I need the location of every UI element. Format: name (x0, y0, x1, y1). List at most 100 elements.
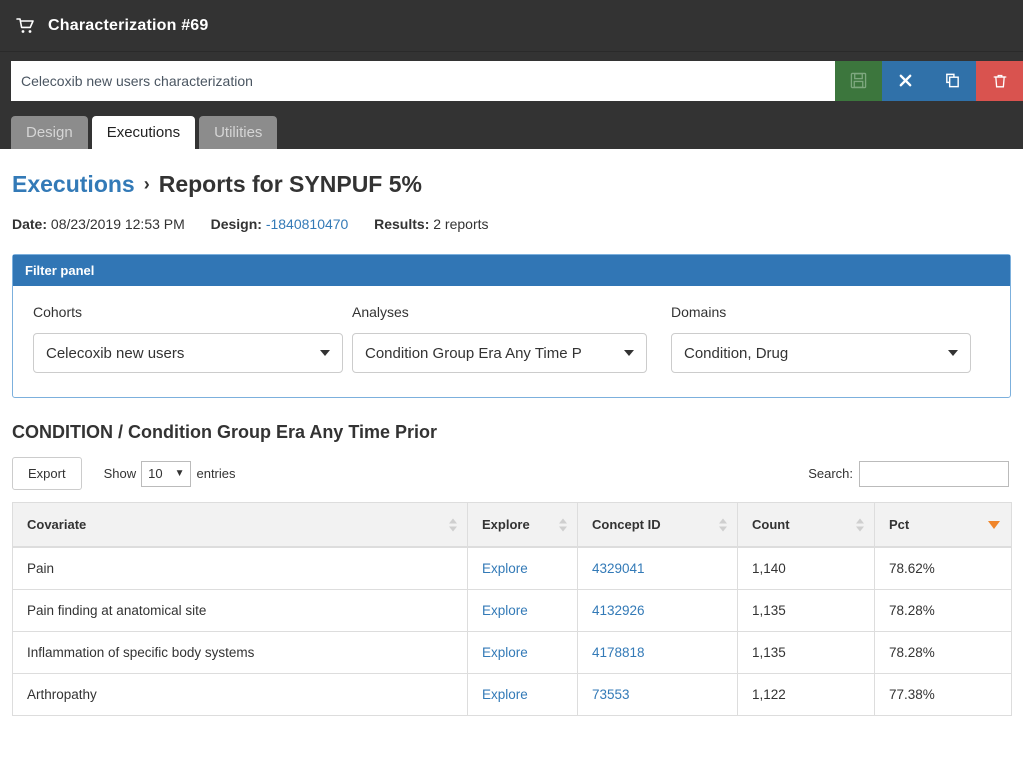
analyses-select-value: Condition Group Era Any Time P (365, 344, 582, 362)
cell-count: 1,135 (737, 589, 875, 632)
column-header-covariate-label: Covariate (27, 517, 87, 532)
meta-design-link[interactable]: -1840810470 (266, 216, 349, 232)
column-header-count[interactable]: Count (737, 502, 875, 548)
chevron-down-icon: ▼ (174, 468, 185, 479)
search-input[interactable] (859, 460, 1009, 487)
filter-panel-body: Cohorts Celecoxib new users Analyses Con… (13, 286, 1010, 397)
filter-domains: Domains Condition, Drug (671, 304, 990, 373)
cell-explore: Explore (467, 673, 578, 716)
cohorts-select[interactable]: Celecoxib new users (33, 333, 343, 373)
domains-select-value: Condition, Drug (684, 344, 789, 362)
table-row: Pain finding at anatomical site Explore … (12, 589, 1012, 632)
search-control: Search: (808, 460, 1011, 487)
cell-pct: 78.62% (874, 546, 1012, 590)
cell-concept-id: 4132926 (577, 589, 738, 632)
explore-link[interactable]: Explore (482, 687, 528, 702)
cell-covariate: Arthropathy (12, 673, 468, 716)
chevron-down-icon (320, 350, 330, 356)
cohorts-select-value: Celecoxib new users (46, 344, 185, 362)
characterization-name-input[interactable] (11, 60, 835, 101)
export-button[interactable]: Export (12, 457, 82, 490)
filter-panel: Filter panel Cohorts Celecoxib new users… (12, 254, 1011, 398)
cell-covariate: Pain (12, 546, 468, 590)
explore-link[interactable]: Explore (482, 645, 528, 660)
breadcrumb-current: Reports for SYNPUF 5% (158, 171, 422, 197)
save-button[interactable] (835, 60, 882, 101)
breadcrumb-separator-icon: › (143, 174, 150, 194)
title-bar: Characterization #69 (0, 0, 1023, 52)
entries-per-page-select[interactable]: 10 ▼ (141, 460, 192, 487)
concept-id-link[interactable]: 4178818 (592, 645, 645, 660)
chevron-down-icon (948, 350, 958, 356)
delete-button[interactable] (976, 60, 1023, 101)
cell-covariate: Inflammation of specific body systems (12, 631, 468, 674)
table-row: Inflammation of specific body systems Ex… (12, 631, 1012, 674)
sort-both-icon (449, 518, 457, 531)
breadcrumb: Executions › Reports for SYNPUF 5% (12, 171, 1011, 198)
cell-explore: Explore (467, 631, 578, 674)
filter-analyses-label: Analyses (352, 304, 409, 320)
sort-both-icon (719, 518, 727, 531)
meta-results-label: Results: (374, 216, 430, 232)
close-button[interactable] (882, 60, 929, 101)
tab-design[interactable]: Design (11, 116, 88, 149)
tab-executions[interactable]: Executions (91, 116, 196, 149)
cell-pct: 78.28% (874, 589, 1012, 632)
search-label: Search: (808, 466, 853, 481)
sort-descending-icon (988, 520, 1000, 529)
characterization-name-row (0, 52, 1023, 109)
filter-cohorts: Cohorts Celecoxib new users (33, 304, 352, 373)
chevron-down-icon (624, 350, 634, 356)
column-header-concept-id-label: Concept ID (592, 517, 661, 532)
copy-button[interactable] (929, 60, 976, 101)
execution-meta: Date: 08/23/2019 12:53 PM Design: -18408… (12, 216, 1011, 232)
concept-id-link[interactable]: 73553 (592, 687, 630, 702)
show-entries-prefix: Show (103, 466, 137, 481)
concept-id-link[interactable]: 4132926 (592, 603, 645, 618)
analyses-select[interactable]: Condition Group Era Any Time P (352, 333, 647, 373)
cell-explore: Explore (467, 546, 578, 590)
breadcrumb-link-executions[interactable]: Executions (12, 171, 135, 198)
column-header-explore-label: Explore (482, 517, 530, 532)
cell-count: 1,122 (737, 673, 875, 716)
domains-select[interactable]: Condition, Drug (671, 333, 971, 373)
cell-pct: 77.38% (874, 673, 1012, 716)
cell-count: 1,140 (737, 546, 875, 590)
filter-domains-label: Domains (671, 304, 727, 320)
cell-concept-id: 4178818 (577, 631, 738, 674)
meta-date-value: 08/23/2019 12:53 PM (50, 216, 185, 232)
explore-link[interactable]: Explore (482, 603, 528, 618)
column-header-pct-label: Pct (889, 517, 910, 532)
column-header-explore[interactable]: Explore (467, 502, 578, 548)
column-header-pct[interactable]: Pct (874, 502, 1012, 548)
filter-panel-heading: Filter panel (13, 255, 1010, 286)
concept-id-link[interactable]: 4329041 (592, 561, 645, 576)
show-entries-suffix: entries (196, 466, 236, 481)
cell-covariate: Pain finding at anatomical site (12, 589, 468, 632)
cell-concept-id: 4329041 (577, 546, 738, 590)
shopping-cart-icon (14, 15, 36, 37)
cell-concept-id: 73553 (577, 673, 738, 716)
covariate-table: Covariate Explore Concept ID Count Pct P… (12, 502, 1012, 716)
meta-date-label: Date: (12, 216, 48, 232)
column-header-covariate[interactable]: Covariate (12, 502, 468, 548)
column-header-count-label: Count (752, 517, 790, 532)
cell-count: 1,135 (737, 631, 875, 674)
entries-per-page-value: 10 (148, 466, 163, 481)
table-header-row: Covariate Explore Concept ID Count Pct (12, 502, 1012, 548)
table-controls: Export Show 10 ▼ entries Search: (12, 457, 1011, 490)
tab-utilities[interactable]: Utilities (199, 116, 278, 149)
table-row: Arthropathy Explore 73553 1,122 77.38% (12, 673, 1012, 716)
main-content: Executions › Reports for SYNPUF 5% Date:… (0, 171, 1023, 716)
show-entries-control: Show 10 ▼ entries (103, 460, 236, 487)
column-header-concept-id[interactable]: Concept ID (577, 502, 738, 548)
filter-cohorts-label: Cohorts (33, 304, 83, 320)
cell-pct: 78.28% (874, 631, 1012, 674)
report-section-title: CONDITION / Condition Group Era Any Time… (12, 422, 438, 442)
explore-link[interactable]: Explore (482, 561, 528, 576)
table-row: Pain Explore 4329041 1,140 78.62% (12, 546, 1012, 590)
tab-bar: Design Executions Utilities (0, 109, 1023, 149)
sort-both-icon (559, 518, 567, 531)
filter-analyses: Analyses Condition Group Era Any Time P (352, 304, 671, 373)
meta-design-label: Design: (210, 216, 262, 232)
